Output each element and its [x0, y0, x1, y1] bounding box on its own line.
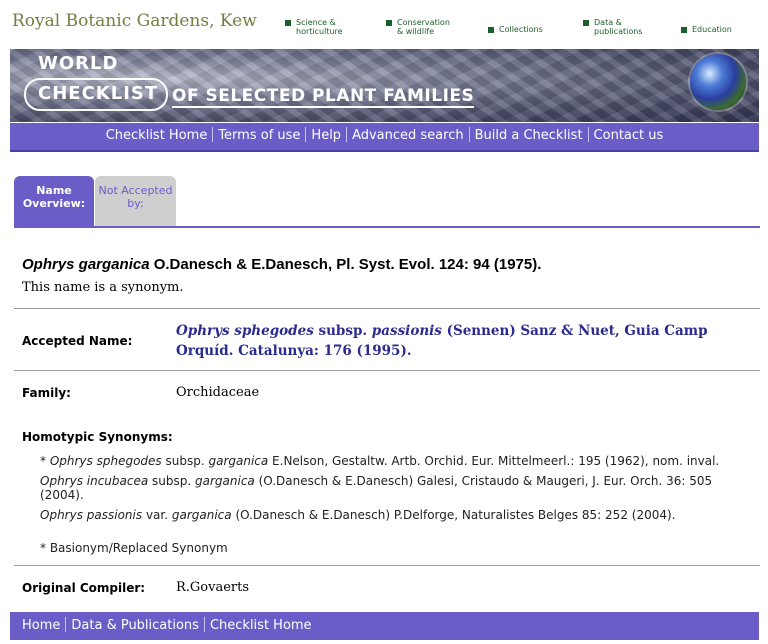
nav-separator	[305, 127, 307, 142]
footer-nav: Home Data & Publications Checklist Home	[10, 612, 759, 640]
tab-name-overview[interactable]: Name Overview:	[14, 176, 94, 226]
nav-separator	[203, 617, 205, 632]
nav-separator	[212, 127, 214, 142]
bullet-square-icon	[488, 27, 494, 33]
accepted-name-label: Accepted Name:	[22, 334, 133, 348]
banner-title-world: WORLD	[38, 53, 119, 74]
globe-icon	[690, 54, 746, 110]
original-compiler-value: R.Govaerts	[176, 580, 250, 595]
nav-separator	[468, 127, 470, 142]
bullet-square-icon	[681, 27, 687, 33]
basionym-note: * Basionym/Replaced Synonym	[40, 541, 228, 555]
nav-separator	[587, 127, 589, 142]
synonym-status: This name is a synonym.	[22, 280, 184, 295]
original-compiler-label: Original Compiler:	[22, 581, 146, 595]
bullet-square-icon	[583, 20, 589, 26]
divider	[14, 565, 760, 566]
bullet-square-icon	[285, 20, 291, 26]
homotypic-synonym[interactable]: Ophrys incubacea subsp. garganica (O.Dan…	[40, 474, 740, 502]
family-label: Family:	[22, 386, 71, 400]
nav-separator	[65, 617, 67, 632]
top-nav: Science & horticulture Conservation & wi…	[0, 16, 768, 42]
nav-help[interactable]: Help	[311, 128, 341, 143]
tab-not-accepted-by[interactable]: Not Accepted by:	[95, 176, 176, 226]
footer-checklist-home[interactable]: Checklist Home	[210, 618, 312, 633]
homotypic-synonym[interactable]: Ophrys passionis var. garganica (O.Danes…	[40, 508, 675, 522]
footer-data-publications[interactable]: Data & Publications	[71, 618, 199, 633]
nav-checklist-home[interactable]: Checklist Home	[106, 128, 208, 143]
checklist-banner: WORLD CHECKLIST OF SELECTED PLANT FAMILI…	[10, 49, 759, 122]
divider	[14, 370, 760, 371]
banner-title-families: OF SELECTED PLANT FAMILIES	[172, 86, 475, 108]
footer-home[interactable]: Home	[22, 618, 60, 633]
accepted-name-link[interactable]: Ophrys sphegodes subsp. passionis (Senne…	[176, 321, 736, 361]
bullet-square-icon	[386, 20, 392, 26]
banner-title-checklist: CHECKLIST	[38, 83, 159, 104]
homotypic-synonyms-label: Homotypic Synonyms:	[22, 430, 173, 444]
nav-build-checklist[interactable]: Build a Checklist	[475, 128, 583, 143]
family-value: Orchidaceae	[176, 385, 260, 400]
nav-contact-us[interactable]: Contact us	[594, 128, 664, 143]
nav-separator	[346, 127, 348, 142]
homotypic-synonym[interactable]: * Ophrys sphegodes subsp. garganica E.Ne…	[40, 454, 719, 468]
nav-advanced-search[interactable]: Advanced search	[352, 128, 464, 143]
tab-underline	[14, 226, 760, 228]
name-title: Ophrys garganica O.Danesch & E.Danesch, …	[22, 256, 542, 273]
divider	[14, 308, 760, 309]
main-nav: Checklist Home Terms of use Help Advanced s…	[10, 123, 759, 152]
nav-terms-of-use[interactable]: Terms of use	[218, 128, 300, 143]
